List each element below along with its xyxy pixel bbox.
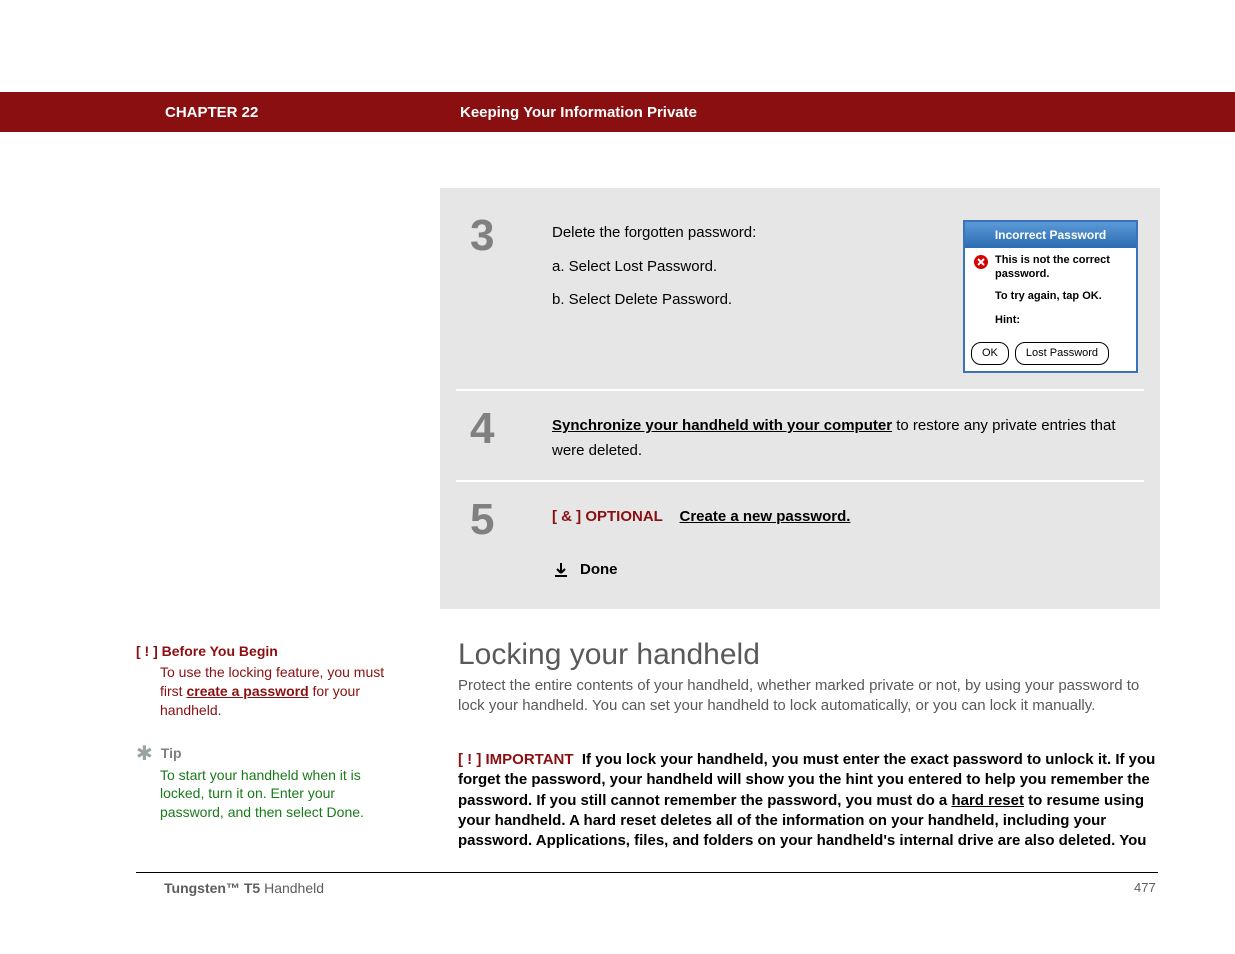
dialog-hint: Hint: xyxy=(995,311,1128,330)
step-number: 3 xyxy=(462,214,552,258)
sidebar: [ ! ] Before You Begin To use the lockin… xyxy=(136,642,398,822)
dialog-lost-password-button[interactable]: Lost Password xyxy=(1015,342,1109,365)
step3-a: a. Select Lost Password. xyxy=(552,254,943,280)
step-number: 5 xyxy=(462,498,552,542)
create-password-link[interactable]: Create a new password. xyxy=(680,508,851,525)
dialog-retry: To try again, tap OK. xyxy=(995,287,1128,306)
footer-product-rest: Handheld xyxy=(260,880,324,896)
footer-product-bold: Tungsten™ T5 xyxy=(164,880,260,896)
step4-link[interactable]: Synchronize your handheld with your comp… xyxy=(552,417,892,434)
section-heading: Locking your handheld xyxy=(458,638,760,672)
step-4: 4 Synchronize your handheld with your co… xyxy=(456,397,1144,474)
dialog-ok-button[interactable]: OK xyxy=(971,342,1009,365)
done-arrow-icon xyxy=(552,561,570,579)
intro-paragraph: Protect the entire contents of your hand… xyxy=(458,676,1152,717)
create-password-link-sidebar[interactable]: create a password xyxy=(186,683,308,699)
step-3: 3 Delete the forgotten password: a. Sele… xyxy=(456,204,1144,383)
tip-label: Tip xyxy=(161,744,182,763)
important-marker: [ ! ] IMPORTANT xyxy=(458,751,574,768)
chapter-title: Keeping Your Information Private xyxy=(460,104,697,121)
important-block: [ ! ] IMPORTANT If you lock your handhel… xyxy=(458,750,1158,851)
optional-marker: [ & ] OPTIONAL xyxy=(552,508,663,525)
hard-reset-link[interactable]: hard reset xyxy=(951,792,1024,809)
tip-body: To start your handheld when it is locked… xyxy=(160,766,398,823)
footer-product: Tungsten™ T5 Handheld xyxy=(164,880,324,896)
step3-intro: Delete the forgotten password: xyxy=(552,220,943,246)
error-icon xyxy=(973,254,989,270)
incorrect-password-dialog: Incorrect Password This is not the corre… xyxy=(963,220,1138,373)
chapter-label: CHAPTER 22 xyxy=(165,104,258,121)
step-number: 4 xyxy=(462,407,552,451)
step-divider xyxy=(456,480,1144,482)
step-5: 5 [ & ] OPTIONAL Create a new password. … xyxy=(456,488,1144,593)
dialog-message: This is not the correct password. xyxy=(995,254,1128,280)
byb-marker: [ ! ] xyxy=(136,643,158,659)
steps-container: 3 Delete the forgotten password: a. Sele… xyxy=(440,188,1160,609)
step-divider xyxy=(456,389,1144,391)
header-bar: CHAPTER 22 Keeping Your Information Priv… xyxy=(0,92,1235,132)
tip-block: ✱ Tip To start your handheld when it is … xyxy=(136,744,398,823)
page-number: 477 xyxy=(1134,880,1156,895)
done-label: Done xyxy=(580,557,618,583)
asterisk-icon: ✱ xyxy=(136,744,153,764)
byb-title: Before You Begin xyxy=(162,643,278,659)
before-you-begin: [ ! ] Before You Begin To use the lockin… xyxy=(136,642,398,720)
footer-rule xyxy=(136,872,1158,873)
dialog-title: Incorrect Password xyxy=(965,222,1136,248)
step3-b: b. Select Delete Password. xyxy=(552,287,943,313)
